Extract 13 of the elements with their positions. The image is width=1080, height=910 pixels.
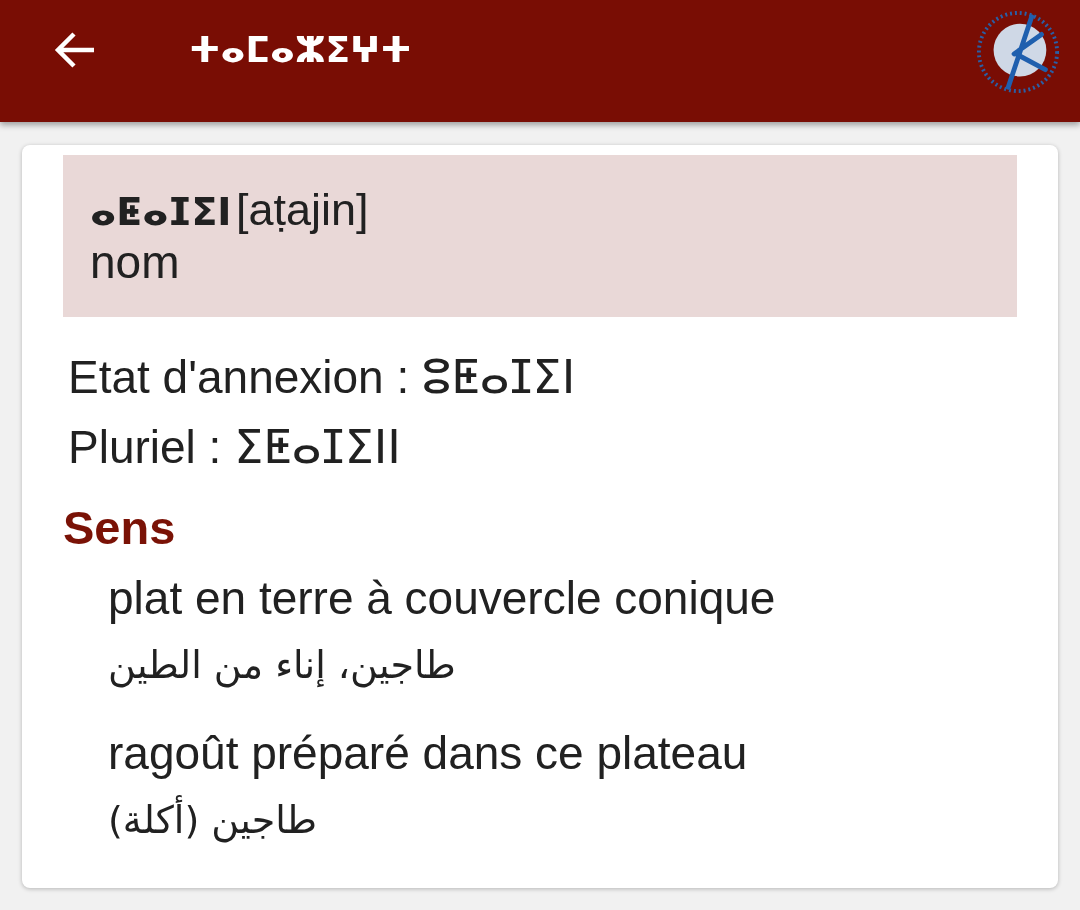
transcription: [aṭajin]	[235, 184, 369, 235]
senses-heading: Sens	[63, 500, 176, 556]
word-category: nom	[90, 236, 180, 288]
word-form: Pluriel : ⵉⵟⴰⵊⵉⵏⵏ	[68, 420, 401, 475]
word-form: Etat d'annexion : ⵓⵟⴰⵊⵉⵏ	[68, 350, 576, 405]
french-meaning: ragoût préparé dans ce plateau	[108, 726, 748, 781]
headword: ⴰⵟⴰⵊⵉⵏ	[90, 190, 232, 234]
app-title: ⵜⴰⵎⴰⵣⵉⵖⵜ	[189, 30, 412, 70]
round-emblem-logo-icon	[975, 9, 1061, 95]
french-meaning: plat en terre à couvercle conique	[108, 571, 776, 626]
back-arrow-button[interactable]	[52, 30, 96, 70]
arabic-meaning: طاجين (أكلة)	[108, 788, 318, 852]
arabic-meaning: طاجين، إناء من الطين	[108, 642, 456, 690]
